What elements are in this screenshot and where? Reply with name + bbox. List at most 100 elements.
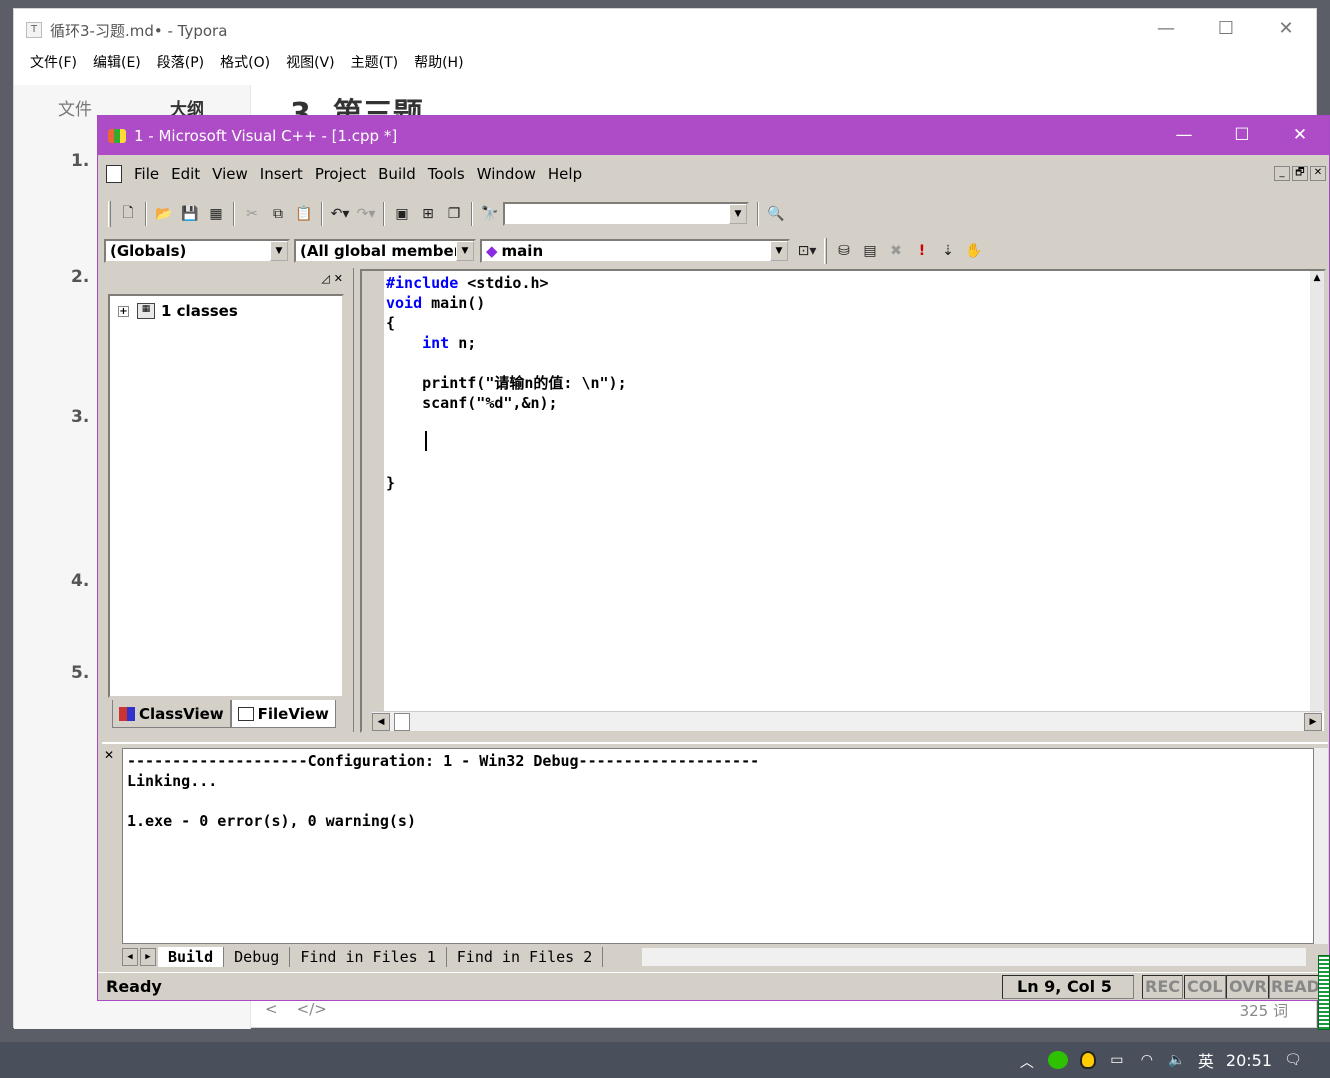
output-close-icon[interactable]: ✕ (104, 748, 114, 762)
mdi-minimize-button[interactable]: _ (1274, 166, 1290, 181)
outline-item[interactable]: 1. (71, 151, 89, 171)
chevron-down-icon[interactable]: ▼ (729, 204, 747, 224)
menu-window[interactable]: Window (471, 160, 542, 188)
wechat-icon[interactable] (1047, 1051, 1068, 1069)
wifi-icon[interactable]: ◠ (1138, 1052, 1156, 1068)
code-line[interactable]: } (386, 473, 627, 493)
typora-menu-help[interactable]: 帮助(H) (406, 51, 471, 75)
stop-build-icon[interactable]: ✖ (883, 238, 909, 264)
outline-item[interactable]: 3. (71, 407, 89, 427)
outline-item[interactable]: 4. (71, 571, 89, 591)
code-editor[interactable]: #include <stdio.h> void main(){ int n; pr… (360, 269, 1326, 733)
typora-maximize-button[interactable]: ☐ (1196, 9, 1256, 51)
code-line[interactable] (386, 453, 627, 473)
menu-file[interactable]: File (128, 160, 165, 188)
class-tree[interactable]: + ▦ 1 classes (108, 294, 344, 698)
menu-build[interactable]: Build (372, 160, 422, 188)
code-line[interactable]: int n; (386, 333, 627, 353)
typora-menu-paragraph[interactable]: 段落(P) (149, 51, 212, 75)
ime-indicator[interactable]: 英 (1198, 1048, 1214, 1072)
typora-menu-file[interactable]: 文件(F) (22, 51, 85, 75)
typora-minimize-button[interactable]: — (1136, 9, 1196, 51)
workspace-toggle-icon[interactable]: ▣ (389, 201, 415, 227)
show-hidden-icons-chevron-up-icon[interactable]: ︿ (1018, 1052, 1036, 1071)
document-icon[interactable] (106, 165, 122, 183)
vc-maximize-button[interactable]: ☐ (1213, 116, 1271, 155)
output-toggle-icon[interactable]: ⊞ (415, 201, 441, 227)
pane-dock-icon[interactable]: ◿ (321, 272, 329, 285)
code-line[interactable] (386, 413, 627, 433)
build-icon[interactable]: ▤ (857, 238, 883, 264)
menu-insert[interactable]: Insert (254, 160, 309, 188)
redo-icon[interactable]: ↷▾ (353, 201, 379, 227)
code-line[interactable] (386, 433, 627, 453)
expand-plus-icon[interactable]: + (118, 305, 129, 317)
globals-combo[interactable]: (Globals) ▼ (104, 239, 290, 263)
volume-icon[interactable]: 🔈 (1168, 1052, 1186, 1068)
scroll-left-icon[interactable]: ◀ (372, 712, 390, 731)
tree-node-classes[interactable]: + ▦ 1 classes (118, 302, 238, 320)
chevron-left-icon[interactable]: < (265, 1000, 278, 1018)
toolbar-grip[interactable] (824, 238, 827, 264)
code-line[interactable]: scanf("%d",&n); (386, 393, 627, 413)
battery-icon[interactable]: ▭ (1108, 1052, 1126, 1068)
qq-icon[interactable] (1079, 1051, 1096, 1069)
mdi-close-button[interactable]: ✕ (1310, 166, 1326, 181)
typora-menu-theme[interactable]: 主题(T) (343, 51, 406, 75)
typora-nav-icons[interactable]: < </> (265, 1000, 327, 1018)
find-combo[interactable]: ▼ (503, 202, 749, 226)
vc-close-button[interactable]: ✕ (1271, 116, 1329, 155)
outline-item[interactable]: 5. (71, 663, 89, 683)
new-file-icon[interactable]: 🗋 (115, 201, 141, 227)
typora-close-button[interactable]: ✕ (1256, 9, 1316, 51)
toolbar-grip[interactable] (108, 201, 111, 227)
tab-debug[interactable]: Debug (224, 947, 291, 967)
scroll-right-icon[interactable]: ▶ (1304, 712, 1322, 731)
breakpoint-hand-icon[interactable]: ✋ (961, 238, 987, 264)
tab-find-in-files-2[interactable]: Find in Files 2 (447, 947, 604, 967)
code-line[interactable]: { (386, 313, 627, 333)
notification-icon[interactable]: 🗨 (1284, 1052, 1302, 1068)
typora-menu-format[interactable]: 格式(O) (212, 51, 278, 75)
mdi-restore-button[interactable]: 🗗 (1292, 166, 1308, 181)
members-combo[interactable]: (All global members ▼ (294, 239, 476, 263)
tab-fileview[interactable]: FileView (230, 700, 336, 728)
tab-find-in-files-1[interactable]: Find in Files 1 (290, 947, 447, 967)
code-line[interactable] (386, 353, 627, 373)
typora-tab-files[interactable]: 文件 (58, 95, 92, 120)
go-icon[interactable]: ⇣ (935, 238, 961, 264)
code-line[interactable]: void main() (386, 293, 627, 313)
open-folder-icon[interactable]: 📂 (151, 201, 177, 227)
window-list-icon[interactable]: ❐ (441, 201, 467, 227)
undo-icon[interactable]: ↶▾ (327, 201, 353, 227)
menu-help[interactable]: Help (542, 160, 588, 188)
compile-icon[interactable]: ⛁ (831, 238, 857, 264)
code-line[interactable]: #include <stdio.h> (386, 273, 627, 293)
chevron-down-icon[interactable]: ▼ (456, 241, 474, 261)
typora-menu-edit[interactable]: 编辑(E) (85, 51, 149, 75)
tab-scroll-right-icon[interactable]: ▶ (140, 948, 156, 966)
tab-scroll-left-icon[interactable]: ◀ (122, 948, 138, 966)
function-combo[interactable]: ◆ main ▼ (480, 239, 790, 263)
find-icon[interactable]: 🔍 (763, 201, 789, 227)
save-icon[interactable]: 💾 (177, 201, 203, 227)
output-horizontal-scrollbar[interactable] (642, 948, 1306, 966)
execute-icon[interactable]: ! (909, 238, 935, 264)
typora-menu-view[interactable]: 视图(V) (278, 51, 343, 75)
build-output[interactable]: --------------------Configuration: 1 - W… (122, 748, 1314, 944)
copy-icon[interactable]: ⧉ (265, 201, 291, 227)
paste-icon[interactable]: 📋 (291, 201, 317, 227)
menu-project[interactable]: Project (309, 160, 372, 188)
clock-time[interactable]: 20:51 (1226, 1051, 1272, 1070)
tab-build[interactable]: Build (158, 947, 225, 967)
code-line[interactable]: printf("请输n的值: \n"); (386, 373, 627, 393)
editor-vertical-scrollbar[interactable]: ▲ (1310, 271, 1324, 711)
scroll-up-icon[interactable]: ▲ (1310, 271, 1324, 285)
scroll-thumb[interactable] (394, 712, 410, 731)
vc-minimize-button[interactable]: — (1155, 116, 1213, 155)
menu-tools[interactable]: Tools (422, 160, 471, 188)
menu-edit[interactable]: Edit (165, 160, 206, 188)
output-vertical-scrollbar[interactable] (1314, 748, 1328, 944)
wizard-action-icon[interactable]: ⊡▾ (794, 238, 820, 264)
tab-classview[interactable]: ClassView (112, 700, 231, 728)
